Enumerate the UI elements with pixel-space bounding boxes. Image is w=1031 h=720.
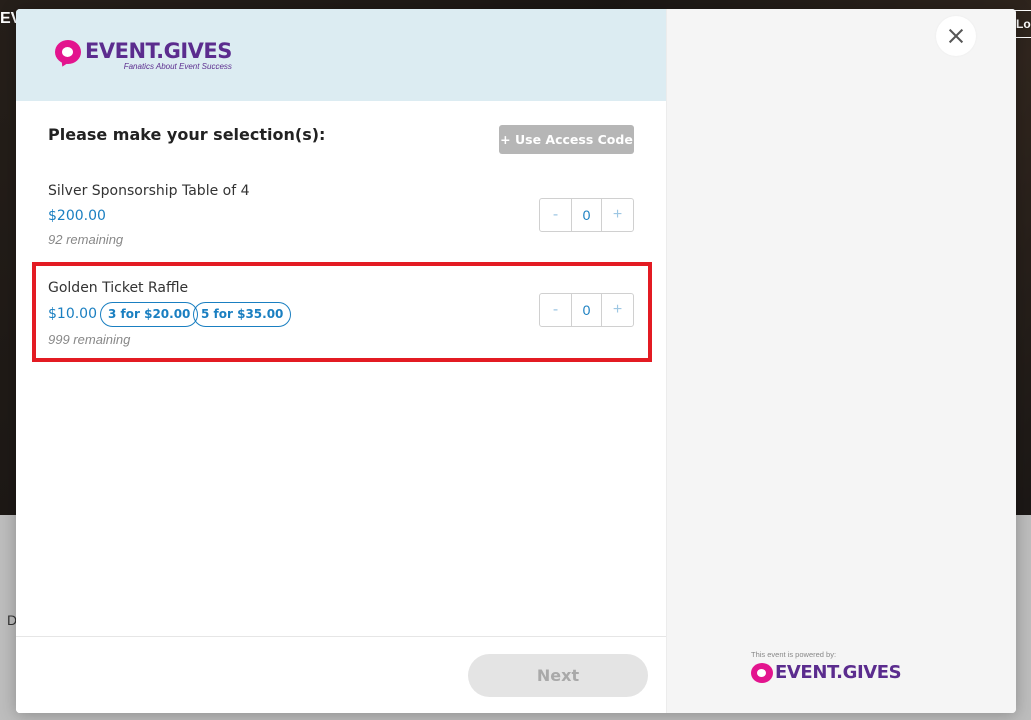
quantity-input[interactable]: 0: [571, 294, 602, 326]
powered-by-logo: EVENT.GIVES: [751, 662, 902, 683]
bundle-badge: 3 for $20.00: [100, 302, 199, 327]
item-remaining: 92 remaining: [48, 232, 124, 247]
next-button[interactable]: Next: [468, 654, 648, 697]
quantity-stepper: - 0 +: [539, 293, 634, 327]
item-name: Silver Sponsorship Table of 4: [48, 183, 250, 199]
selection-title: Please make your selection(s):: [48, 125, 326, 144]
powered-by-text: This event is powered by:: [751, 650, 837, 659]
summary-pane: [666, 9, 1016, 713]
bundle-badge: 5 for $35.00: [193, 302, 292, 327]
selection-pane: EVENT.GIVES Fanatics About Event Success…: [16, 9, 666, 713]
modal-footer: Next: [16, 636, 666, 713]
item-price: $200.00: [48, 208, 106, 224]
quantity-stepper: - 0 +: [539, 198, 634, 232]
item-name: Golden Ticket Raffle: [48, 280, 189, 296]
ticket-item-silver-sponsorship: Silver Sponsorship Table of 4 $200.00 92…: [32, 177, 652, 257]
ticket-item-golden-ticket-raffle: Golden Ticket Raffle $10.00 3 for $20.00…: [32, 262, 652, 362]
ticket-selection-modal: EVENT.GIVES Fanatics About Event Success…: [16, 9, 1016, 713]
heart-logo-icon: [751, 662, 773, 683]
event-gives-logo: EVENT.GIVES Fanatics About Event Success: [55, 39, 232, 71]
use-access-code-button[interactable]: + Use Access Code: [499, 125, 634, 154]
logo-name: EVENT.GIVES: [85, 39, 232, 63]
decrement-button[interactable]: -: [540, 199, 571, 231]
increment-button[interactable]: +: [602, 199, 633, 231]
powered-by-name: EVENT.GIVES: [775, 662, 902, 683]
quantity-input[interactable]: 0: [571, 199, 602, 231]
close-icon[interactable]: [936, 16, 976, 56]
heart-logo-icon: [55, 40, 81, 64]
increment-button[interactable]: +: [602, 294, 633, 326]
decrement-button[interactable]: -: [540, 294, 571, 326]
item-price: $10.00: [48, 306, 97, 322]
powered-by: This event is powered by: EVENT.GIVES: [751, 650, 902, 683]
item-remaining: 999 remaining: [48, 332, 131, 347]
logo-text: EVENT.GIVES Fanatics About Event Success: [85, 39, 232, 71]
brand-header: EVENT.GIVES Fanatics About Event Success: [16, 9, 666, 101]
logo-tagline: Fanatics About Event Success: [123, 62, 232, 71]
